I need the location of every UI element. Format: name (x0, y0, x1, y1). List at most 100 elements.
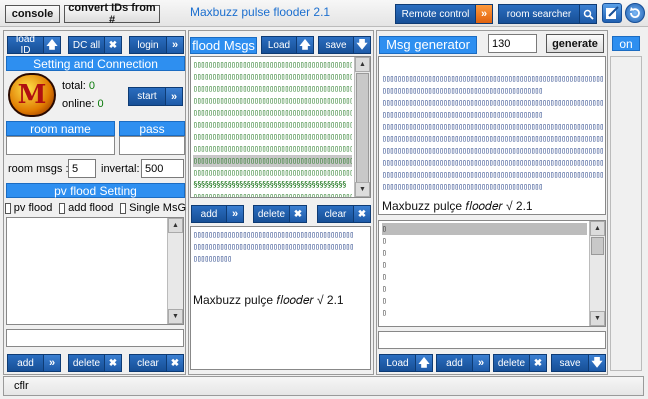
generated-line[interactable]: ▯▯▯▯▯▯▯▯▯▯▯▯▯▯▯▯▯▯▯▯▯▯▯▯▯▯▯▯▯▯▯▯▯▯▯▯▯▯▯▯… (382, 169, 603, 181)
add-flood-checkbox[interactable] (59, 202, 66, 214)
refresh-icon[interactable] (625, 3, 645, 23)
generated-list-item[interactable]: ▯ (382, 247, 587, 259)
close-icon: ✖ (104, 37, 121, 53)
add-button[interactable]: add » (7, 354, 61, 372)
generated-line[interactable]: ▯▯▯▯▯▯▯▯▯▯▯▯▯▯▯▯▯▯▯▯▯▯▯▯▯▯▯▯▯▯▯▯▯▯▯▯▯▯▯▯… (382, 133, 603, 145)
edit-icon[interactable] (602, 3, 622, 23)
generate-count-input[interactable]: 130 (488, 34, 537, 53)
flood-msg-item[interactable]: ▯▯▯▯▯▯▯▯▯▯▯▯▯▯▯▯▯▯▯▯▯▯▯▯▯▯▯▯▯▯▯▯▯▯▯▯▯▯▯▯… (193, 107, 352, 119)
arrow-down-icon: 🡇 (353, 37, 370, 53)
pv-flood-scrollbar[interactable]: ▲ ▼ (167, 218, 183, 324)
convert-ids-button[interactable]: convert IDs from # (64, 2, 160, 26)
flood-msg-item[interactable]: §§§§§§§§§§§§§§§§§§§§§§§§§§§§§§§§§§§§§§§§ (193, 179, 352, 191)
flood-msg-item[interactable]: ▯▯▯▯▯▯▯▯▯▯▯▯▯▯▯▯▯▯▯▯▯▯▯▯▯▯▯▯▯▯▯▯▯▯▯▯▯▯▯▯… (193, 191, 352, 197)
flood-msg-item[interactable]: ▯▯▯▯▯▯▯▯▯▯▯▯▯▯▯▯▯▯▯▯▯▯▯▯▯▯▯▯▯▯▯▯▯▯▯▯▯▯▯▯… (193, 167, 352, 179)
flood-msg-item[interactable]: ▯▯▯▯▯▯▯▯▯▯▯▯▯▯▯▯▯▯▯▯▯▯▯▯▯▯▯▯▯▯▯▯▯▯▯▯▯▯▯▯… (193, 71, 352, 83)
room-searcher-button[interactable]: room searcher (498, 4, 597, 24)
dc-all-button[interactable]: DC all ✖ (68, 36, 122, 54)
flood-msg-item[interactable]: ▯▯▯▯▯▯▯▯▯▯▯▯▯▯▯▯▯▯▯▯▯▯▯▯▯▯▯▯▯▯▯▯▯▯▯▯▯▯▯▯… (193, 143, 352, 155)
flood-msg-item[interactable]: ▯▯▯▯▯▯▯▯▯▯▯▯▯▯▯▯▯▯▯▯▯▯▯▯▯▯▯▯▯▯▯▯▯▯▯▯▯▯▯▯… (193, 131, 352, 143)
generated-list-item[interactable]: ▯ (382, 307, 587, 319)
add-generated-button[interactable]: add » (436, 354, 490, 372)
generated-line[interactable]: ▯▯▯▯▯▯▯▯▯▯▯▯▯▯▯▯▯▯▯▯▯▯▯▯▯▯▯▯▯▯▯▯▯▯▯▯▯▯▯▯… (382, 121, 603, 133)
preview-line[interactable]: ▯▯▯▯▯▯▯▯▯▯ (193, 253, 368, 265)
pv-flood-checkbox[interactable] (5, 202, 11, 214)
flood-msg-item[interactable]: ▯▯▯▯▯▯▯▯▯▯▯▯▯▯▯▯▯▯▯▯▯▯▯▯▯▯▯▯▯▯▯▯▯▯▯▯▯▯▯▯… (193, 59, 352, 71)
scroll-down-icon[interactable]: ▼ (168, 309, 183, 324)
msg-generator-header: Msg generator (379, 36, 477, 54)
save-generated-button[interactable]: save 🡇 (551, 354, 606, 372)
generated-list-item[interactable]: ▯ (382, 235, 587, 247)
scroll-thumb[interactable] (591, 237, 604, 255)
delete-button[interactable]: delete ✖ (68, 354, 122, 372)
generated-list-scrollbar[interactable]: ▲ ▼ (589, 221, 605, 326)
pass-header: pass (119, 121, 185, 136)
flood-msgs-scrollbar[interactable]: ▲ ▼ (354, 57, 370, 197)
generated-list-item[interactable]: ▯ (382, 295, 587, 307)
generated-line[interactable]: ▯▯▯▯▯▯▯▯▯▯▯▯▯▯▯▯▯▯▯▯▯▯▯▯▯▯▯▯▯▯▯▯▯▯▯▯▯▯▯▯… (382, 109, 603, 121)
generated-signature: Maxbuzz pulҫe 𝑓𝑙𝑜𝑜𝑑𝑒𝑟 √ 2.1 (382, 199, 533, 213)
generated-line[interactable]: ▯▯▯▯▯▯▯▯▯▯▯▯▯▯▯▯▯▯▯▯▯▯▯▯▯▯▯▯▯▯▯▯▯▯▯▯▯▯▯▯… (382, 97, 603, 109)
room-name-input[interactable] (6, 136, 115, 155)
flood-msg-item[interactable]: ▯▯▯▯▯▯▯▯▯▯▯▯▯▯▯▯▯▯▯▯▯▯▯▯▯▯▯▯▯▯▯▯▯▯▯▯▯▯▯▯… (193, 95, 352, 107)
scroll-up-icon[interactable]: ▲ (355, 57, 370, 72)
on-toggle[interactable]: on (612, 36, 640, 51)
pv-flood-list[interactable]: ▲ ▼ (6, 217, 184, 325)
delete-msg-button[interactable]: delete ✖ (253, 205, 307, 223)
preview-line[interactable]: ▯▯▯▯▯▯▯▯▯▯▯▯▯▯▯▯▯▯▯▯▯▯▯▯▯▯▯▯▯▯▯▯▯▯▯▯▯▯▯▯… (193, 241, 368, 253)
generated-line[interactable]: ▯▯▯▯▯▯▯▯▯▯▯▯▯▯▯▯▯▯▯▯▯▯▯▯▯▯▯▯▯▯▯▯▯▯▯▯▯▯▯▯… (382, 145, 603, 157)
generated-line[interactable]: ▯▯▯▯▯▯▯▯▯▯▯▯▯▯▯▯▯▯▯▯▯▯▯▯▯▯▯▯▯▯▯▯▯▯▯▯▯▯▯▯… (382, 157, 603, 169)
flood-msg-item[interactable]: ▯▯▯▯▯▯▯▯▯▯▯▯▯▯▯▯▯▯▯▯▯▯▯▯▯▯▯▯▯▯▯▯▯▯▯▯▯▯▯▯… (193, 119, 352, 131)
close-icon: ✖ (289, 206, 306, 222)
generated-list-item[interactable]: ▯ (382, 283, 587, 295)
single-msg-checkbox[interactable] (120, 202, 127, 214)
flood-msgs-list[interactable]: ▯▯▯▯▯▯▯▯▯▯▯▯▯▯▯▯▯▯▯▯▯▯▯▯▯▯▯▯▯▯▯▯▯▯▯▯▯▯▯▯… (190, 56, 371, 198)
generate-button[interactable]: generate (546, 34, 604, 53)
generated-list-item[interactable]: ▯ (382, 223, 587, 235)
console-button[interactable]: console (5, 5, 60, 23)
delete-generated-button[interactable]: delete ✖ (493, 354, 547, 372)
load-msgs-button[interactable]: Load 🡅 (261, 36, 314, 54)
generated-line[interactable]: ▯▯▯▯▯▯▯▯▯▯▯▯▯▯▯▯▯▯▯▯▯▯▯▯▯▯▯▯▯▯▯▯▯▯▯▯▯▯▯▯… (382, 85, 603, 97)
generated-message-box[interactable]: ▯▯▯▯▯▯▯▯▯▯▯▯▯▯▯▯▯▯▯▯▯▯▯▯▯▯▯▯▯▯▯▯▯▯▯▯▯▯▯▯… (378, 56, 606, 215)
generated-input[interactable] (378, 331, 606, 349)
add-label: add (17, 357, 34, 369)
invertal-input[interactable]: 500 (141, 159, 184, 178)
pv-flood-input[interactable] (6, 329, 184, 347)
clear-msg-button[interactable]: clear ✖ (317, 205, 371, 223)
add-msg-button[interactable]: add » (191, 205, 244, 223)
flood-msg-item[interactable]: ▯▯▯▯▯▯▯▯▯▯▯▯▯▯▯▯▯▯▯▯▯▯▯▯▯▯▯▯▯▯▯▯▯▯▯▯▯▯▯▯… (193, 155, 352, 167)
delete-label: delete (72, 357, 101, 369)
scroll-up-icon[interactable]: ▲ (168, 218, 183, 233)
room-msgs-input[interactable]: 5 (68, 159, 96, 178)
generated-list[interactable]: ▯ ▯ ▯ ▯ ▯ ▯ ▯ ▯ ▲ ▼ (378, 220, 606, 327)
generated-list-item[interactable]: ▯ (382, 259, 587, 271)
dc-all-label: DC all (72, 39, 101, 51)
right-side-strip (610, 56, 642, 371)
remote-control-button[interactable]: Remote control » (395, 4, 493, 24)
double-chevron-right-icon: » (475, 5, 492, 23)
start-button[interactable]: start » (128, 87, 183, 106)
scroll-down-icon[interactable]: ▼ (355, 182, 370, 197)
search-icon (579, 5, 596, 23)
load-id-button[interactable]: load ID 🡅 (7, 34, 61, 56)
clear-button[interactable]: clear ✖ (129, 354, 184, 372)
arrow-up-icon: 🡅 (43, 37, 60, 53)
flood-msg-item[interactable]: ▯▯▯▯▯▯▯▯▯▯▯▯▯▯▯▯▯▯▯▯▯▯▯▯▯▯▯▯▯▯▯▯▯▯▯▯▯▯▯▯… (193, 83, 352, 95)
login-button[interactable]: login » (129, 36, 184, 54)
save-msgs-button[interactable]: save 🡇 (318, 36, 371, 54)
preview-line[interactable]: ▯▯▯▯▯▯▯▯▯▯▯▯▯▯▯▯▯▯▯▯▯▯▯▯▯▯▯▯▯▯▯▯▯▯▯▯▯▯▯▯… (193, 229, 368, 241)
pass-input[interactable] (119, 136, 185, 155)
total-value: 0 (88, 80, 96, 92)
generated-line[interactable]: ▯▯▯▯▯▯▯▯▯▯▯▯▯▯▯▯▯▯▯▯▯▯▯▯▯▯▯▯▯▯▯▯▯▯▯▯▯▯▯▯… (382, 73, 603, 85)
message-preview[interactable]: ▯▯▯▯▯▯▯▯▯▯▯▯▯▯▯▯▯▯▯▯▯▯▯▯▯▯▯▯▯▯▯▯▯▯▯▯▯▯▯▯… (190, 226, 371, 370)
load-generated-button[interactable]: Load 🡅 (379, 354, 433, 372)
generated-line[interactable]: ▯▯▯▯▯▯▯▯▯▯▯▯▯▯▯▯▯▯▯▯▯▯▯▯▯▯▯▯▯▯▯▯▯▯▯▯▯▯▯▯… (382, 181, 603, 193)
delete-label: delete (497, 357, 526, 369)
total-label: total: 0 (62, 80, 96, 92)
scroll-up-icon[interactable]: ▲ (590, 221, 605, 236)
clear-label: clear (324, 208, 347, 220)
scroll-thumb[interactable] (356, 73, 369, 183)
generated-list-item[interactable]: ▯ (382, 271, 587, 283)
scroll-down-icon[interactable]: ▼ (590, 311, 605, 326)
